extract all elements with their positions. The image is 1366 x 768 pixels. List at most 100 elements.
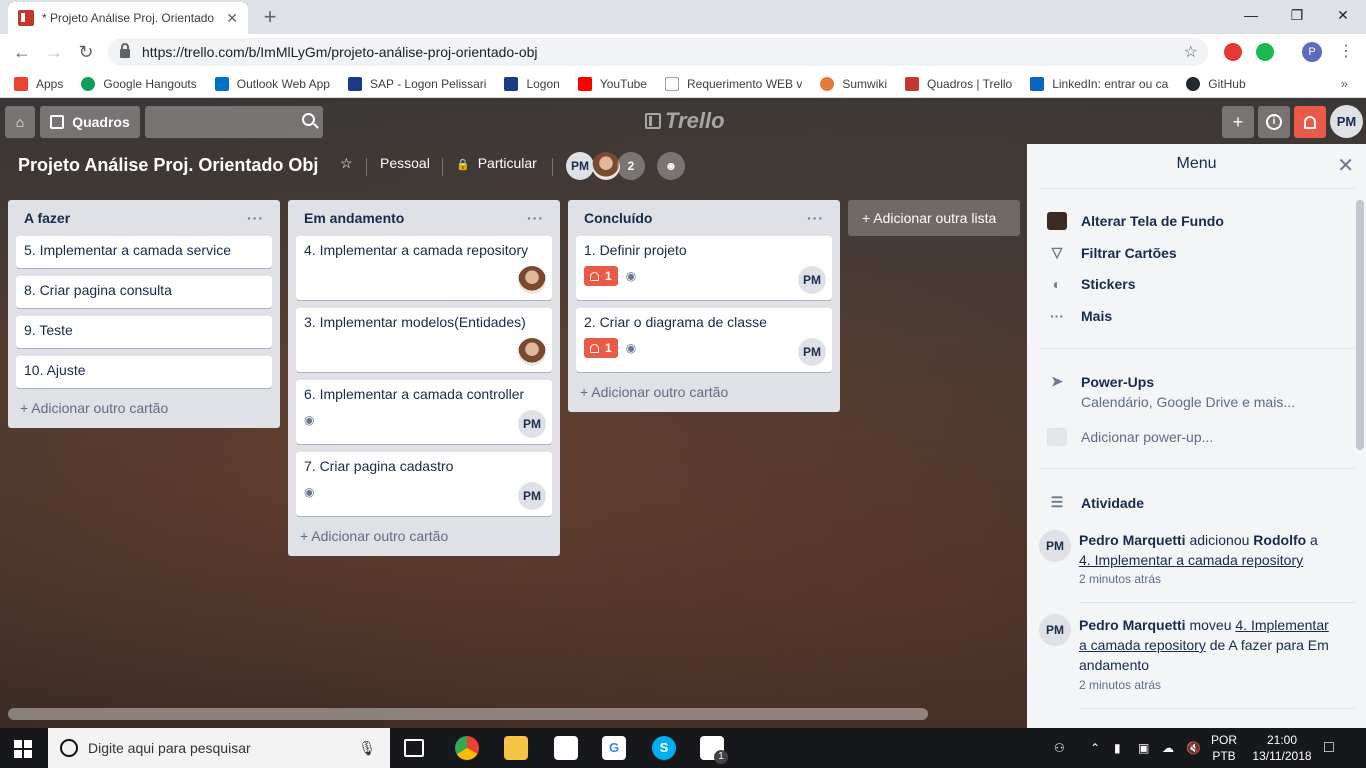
bookmark-star-icon[interactable]: ☆ bbox=[1184, 42, 1198, 62]
menu-item-filter-cards[interactable]: ▽ Filtrar Cartões bbox=[1047, 244, 1177, 261]
bookmark-requerimento[interactable]: Requerimento WEB v bbox=[664, 76, 802, 91]
member-count-badge[interactable]: 2 bbox=[617, 152, 645, 180]
card[interactable]: 5. Implementar a camada service bbox=[16, 236, 272, 268]
card[interactable]: 10. Ajuste bbox=[16, 356, 272, 388]
star-board-icon[interactable]: ☆ bbox=[340, 155, 353, 172]
card[interactable]: 6. Implementar a camada controller ◉ PM bbox=[296, 380, 552, 444]
people-icon[interactable]: ⚇ bbox=[1054, 728, 1065, 768]
board-search-input[interactable] bbox=[145, 106, 323, 138]
language-indicator[interactable]: POR PTB bbox=[1206, 732, 1242, 764]
back-icon[interactable]: ← bbox=[10, 40, 34, 64]
bookmark-linkedin[interactable]: LinkedIn: entrar ou ca bbox=[1030, 76, 1168, 91]
close-icon[interactable]: ✕ bbox=[1337, 153, 1354, 178]
bookmark-sap-logon[interactable]: SAP - Logon Pelissari bbox=[347, 76, 486, 91]
activity-avatar[interactable]: PM bbox=[1039, 614, 1071, 646]
tab-close-icon[interactable]: ✕ bbox=[226, 10, 238, 27]
tray-expand-icon[interactable]: ⌃ bbox=[1090, 728, 1100, 768]
window-close-icon[interactable]: ✕ bbox=[1320, 0, 1366, 30]
member-avatar[interactable]: PM bbox=[566, 152, 594, 180]
card-member-avatar[interactable]: PM bbox=[518, 482, 546, 510]
add-card-button[interactable]: + Adicionar outro cartão bbox=[16, 396, 272, 420]
taskbar-search-input[interactable]: Digite aqui para pesquisar 🎙 bbox=[48, 728, 390, 768]
forward-icon[interactable]: → bbox=[42, 40, 66, 64]
store-icon[interactable] bbox=[554, 736, 578, 760]
bookmarks-overflow-icon[interactable]: » bbox=[1341, 76, 1348, 91]
action-center-icon[interactable]: □ bbox=[1324, 728, 1334, 768]
reload-icon[interactable]: ↻ bbox=[74, 40, 98, 64]
chrome-menu-icon[interactable]: ⋮ bbox=[1338, 40, 1354, 64]
card-member-avatar[interactable]: PM bbox=[518, 410, 546, 438]
card[interactable]: 4. Implementar a camada repository bbox=[296, 236, 552, 300]
profile-avatar[interactable]: P bbox=[1302, 42, 1322, 62]
minimize-icon[interactable]: — bbox=[1228, 0, 1274, 30]
search-icon[interactable] bbox=[302, 113, 315, 126]
card-member-photo-avatar[interactable] bbox=[518, 266, 546, 294]
card[interactable]: 9. Teste bbox=[16, 316, 272, 348]
browser-tab[interactable]: * Projeto Análise Proj. Orientado ✕ bbox=[8, 2, 248, 34]
list-header[interactable]: Em andamento ··· bbox=[296, 200, 552, 236]
bookmark-youtube[interactable]: YouTube bbox=[577, 76, 647, 91]
card-member-photo-avatar[interactable] bbox=[518, 338, 546, 366]
new-tab-button[interactable]: + bbox=[258, 4, 282, 30]
add-card-button[interactable]: + Adicionar outro cartão bbox=[296, 524, 552, 548]
opera-extension-icon[interactable] bbox=[1224, 43, 1242, 61]
list-header[interactable]: A fazer ··· bbox=[16, 200, 272, 236]
horizontal-scrollbar[interactable] bbox=[8, 708, 928, 720]
mail-icon[interactable]: 1 bbox=[700, 736, 728, 764]
list-title[interactable]: Concluído bbox=[584, 210, 652, 226]
add-list-button[interactable]: + Adicionar outra lista bbox=[848, 200, 1020, 236]
member-photo-avatar[interactable] bbox=[592, 152, 620, 180]
card-member-avatar[interactable]: PM bbox=[798, 266, 826, 294]
google-taskbar-icon[interactable]: G bbox=[602, 736, 626, 760]
info-button[interactable]: i bbox=[1258, 106, 1290, 138]
windows-start-icon[interactable] bbox=[14, 740, 32, 758]
onedrive-icon[interactable]: ☁ bbox=[1162, 728, 1174, 768]
cortana-icon[interactable] bbox=[60, 739, 78, 757]
menu-scrollbar[interactable] bbox=[1356, 200, 1364, 450]
home-button[interactable]: ⌂ bbox=[5, 106, 35, 138]
activity-card-link[interactable]: 4. Implementar a camada repository bbox=[1079, 552, 1303, 568]
skype-icon[interactable]: S bbox=[652, 736, 676, 760]
card-member-avatar[interactable]: PM bbox=[798, 338, 826, 366]
address-bar[interactable]: https://trello.com/b/ImMlLyGm/projeto-an… bbox=[108, 38, 1208, 66]
boards-button[interactable]: Quadros bbox=[40, 106, 140, 138]
list-menu-icon[interactable]: ··· bbox=[247, 210, 264, 226]
card[interactable]: 8. Criar pagina consulta bbox=[16, 276, 272, 308]
activity-user[interactable]: Pedro Marquetti bbox=[1079, 617, 1186, 633]
bookmark-apps[interactable]: Apps bbox=[14, 76, 63, 91]
bookmark-outlook[interactable]: Outlook Web App bbox=[214, 76, 330, 91]
list-header[interactable]: Concluído ··· bbox=[576, 200, 832, 236]
hangouts-extension-icon[interactable] bbox=[1256, 43, 1274, 61]
card[interactable]: 3. Implementar modelos(Entidades) bbox=[296, 308, 552, 372]
volume-muted-icon[interactable]: 🔇 bbox=[1186, 728, 1201, 768]
bookmark-github[interactable]: GitHub bbox=[1186, 76, 1246, 91]
invite-member-button[interactable]: ☻ bbox=[657, 152, 685, 180]
network-icon[interactable]: ▣ bbox=[1138, 728, 1149, 768]
menu-item-more[interactable]: ··· Mais bbox=[1047, 308, 1112, 324]
menu-item-power-ups[interactable]: ➤ Power-Ups bbox=[1047, 373, 1154, 390]
list-title[interactable]: A fazer bbox=[24, 210, 70, 226]
taskbar-clock[interactable]: 21:00 13/11/2018 bbox=[1252, 732, 1312, 764]
card[interactable]: 7. Criar pagina cadastro ◉ PM bbox=[296, 452, 552, 516]
chrome-taskbar-icon[interactable] bbox=[455, 736, 479, 760]
activity-avatar[interactable]: PM bbox=[1039, 530, 1071, 562]
restore-icon[interactable]: ❐ bbox=[1274, 0, 1320, 30]
task-view-icon[interactable] bbox=[404, 739, 424, 757]
add-power-up-button[interactable]: Adicionar power-up... bbox=[1047, 428, 1213, 446]
menu-item-change-background[interactable]: Alterar Tela de Fundo bbox=[1047, 212, 1224, 230]
url-text[interactable]: https://trello.com/b/ImMlLyGm/projeto-an… bbox=[142, 44, 538, 60]
activity-target[interactable]: Rodolfo bbox=[1253, 532, 1306, 548]
bookmark-trello[interactable]: Quadros | Trello bbox=[905, 76, 1012, 91]
activity-user[interactable]: Pedro Marquetti bbox=[1079, 532, 1186, 548]
create-button[interactable]: + bbox=[1222, 106, 1254, 138]
menu-item-stickers[interactable]: ◐ Stickers bbox=[1047, 276, 1136, 292]
file-explorer-icon[interactable] bbox=[504, 736, 528, 760]
user-avatar[interactable]: PM bbox=[1330, 105, 1363, 138]
list-menu-icon[interactable]: ··· bbox=[527, 210, 544, 226]
activity-time[interactable]: 2 minutos atrás bbox=[1079, 572, 1161, 586]
microphone-icon[interactable]: 🎙 bbox=[358, 740, 376, 757]
visibility-button[interactable]: 🔒 Particular bbox=[456, 155, 537, 171]
activity-time[interactable]: 2 minutos atrás bbox=[1079, 678, 1161, 692]
list-menu-icon[interactable]: ··· bbox=[807, 210, 824, 226]
battery-icon[interactable]: ▮ bbox=[1114, 728, 1121, 768]
